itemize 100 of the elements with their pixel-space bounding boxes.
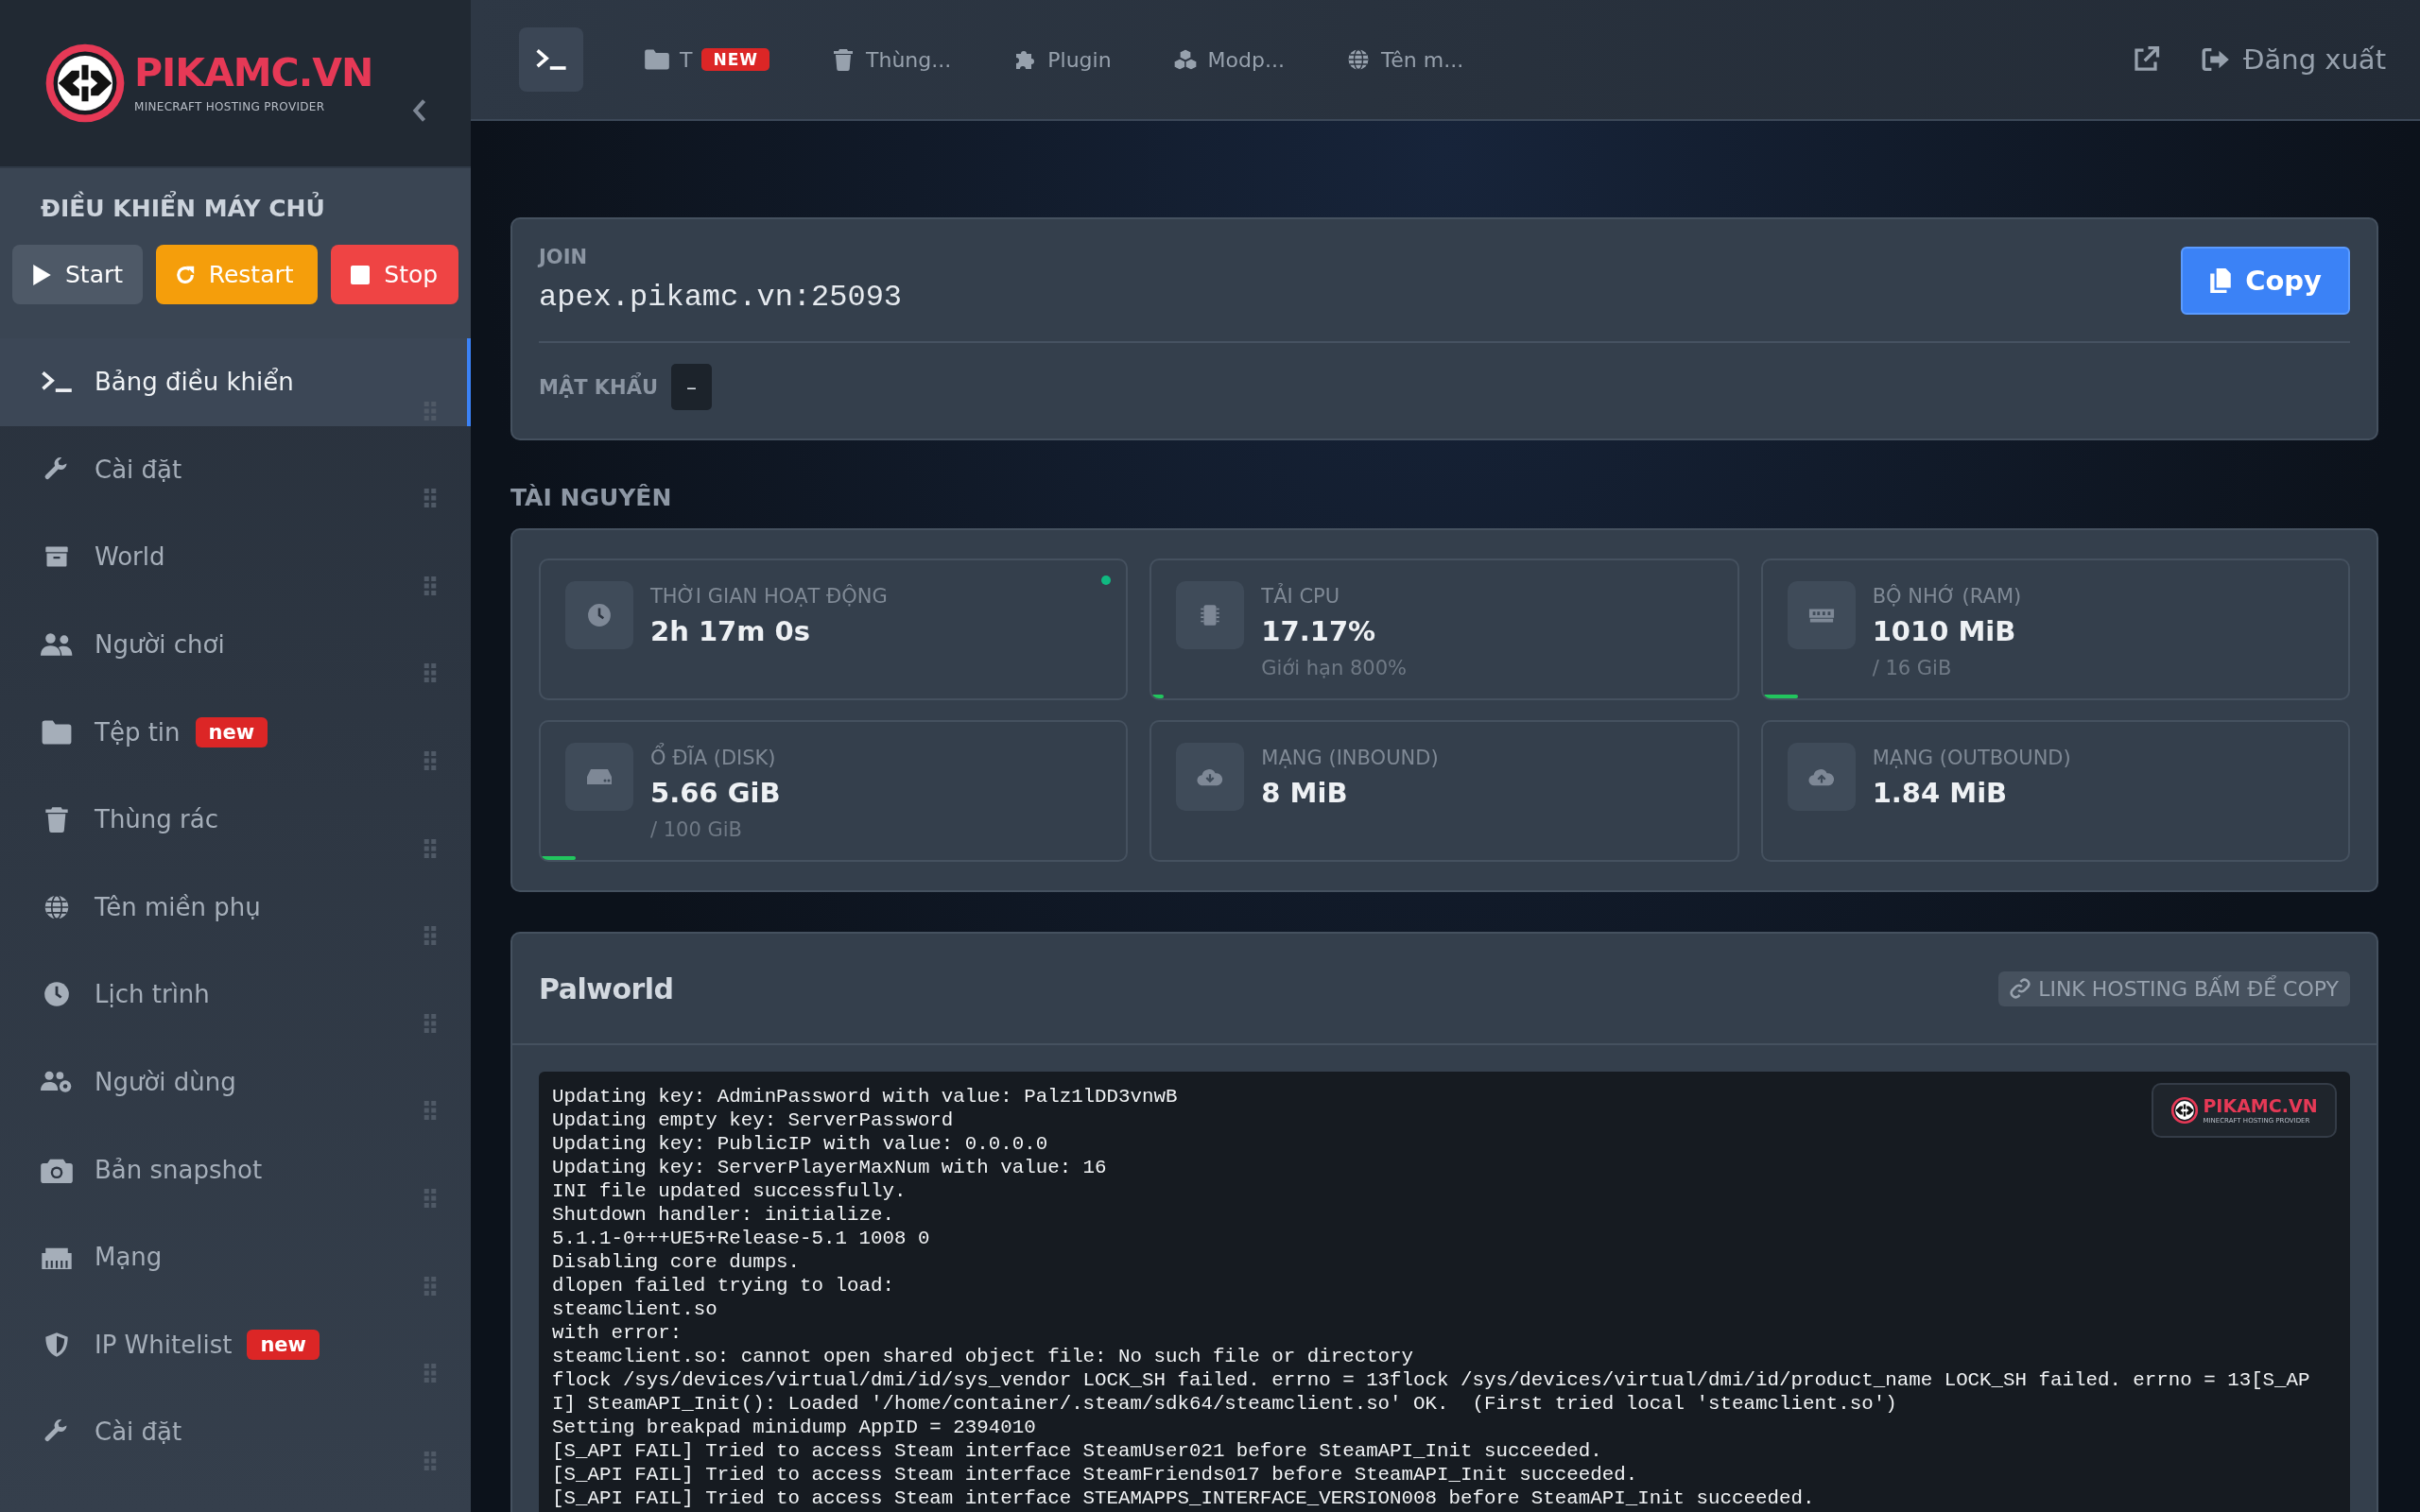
stat-value: 5.66 GiB	[650, 777, 781, 809]
nav-label: IP Whitelist	[95, 1330, 233, 1359]
drag-handle-icon	[424, 1101, 437, 1121]
drag-handle-icon	[424, 926, 437, 946]
console-line: 5.1.1-0+++UE5+Release-5.1 1008 0	[552, 1227, 930, 1250]
stat-label: TẢI CPU	[1261, 585, 1341, 608]
drag-handle-icon	[424, 663, 437, 683]
stat-value: 8 MiB	[1261, 777, 1349, 809]
chevron-left-icon	[412, 98, 427, 123]
stat-value: 2h 17m 0s	[650, 615, 812, 647]
nav-item[interactable]: Bảng điều khiển	[0, 338, 471, 426]
toolbar-tab[interactable]: Modp...	[1171, 27, 1285, 92]
brand-tagline: MINECRAFT HOSTING PROVIDER	[134, 99, 326, 113]
cubes-icon	[1171, 48, 1199, 71]
new-badge: new	[247, 1329, 320, 1360]
console-tab[interactable]	[519, 27, 583, 92]
nav-item[interactable]: Cài đặt	[0, 1388, 471, 1476]
nav-item[interactable]: Tên miền phụ	[0, 863, 471, 952]
clock-icon	[586, 603, 613, 627]
toolbar-tab[interactable]: Tên m...	[1344, 27, 1464, 92]
nav-label: World	[95, 542, 165, 572]
console-line: Updating key: PublicIP with value: 0.0.0.0	[552, 1132, 1048, 1156]
stop-icon	[350, 263, 372, 286]
drag-handle-icon	[424, 1451, 437, 1470]
folder-icon	[41, 718, 73, 746]
logo-mark-icon	[2170, 1096, 2200, 1125]
stat-label: THỜI GIAN HOẠT ĐỘNG	[650, 585, 888, 608]
nav-label: Cài đặt	[95, 1418, 182, 1447]
nav-label: Cài đặt	[95, 455, 182, 484]
brand-name: PIKAMC.VN	[2203, 1096, 2318, 1115]
stat-label: MẠNG (INBOUND)	[1261, 747, 1439, 769]
terminal-icon	[535, 48, 567, 71]
collapse-button[interactable]	[412, 98, 427, 123]
stat-value: 1.84 MiB	[1872, 777, 2009, 809]
console-line: [S_API FAIL] Tried to access Steam interface SteamFriends017 before SteamAPI_Init succeeded.	[552, 1463, 1638, 1486]
new-badge: new	[195, 716, 268, 747]
stat-value: 17.17%	[1261, 615, 1377, 647]
external-link-icon	[2132, 45, 2161, 74]
console-line: Updating key: AdminPassword with value: Palz1lDD3vnwB	[552, 1085, 1178, 1108]
toolbar-tab[interactable]: T NEW	[644, 27, 770, 92]
console-line: Disabling core dumps.	[552, 1250, 801, 1274]
stat-limit: Giới hạn 800%	[1261, 657, 1407, 679]
server-name: Palworld	[539, 971, 674, 1005]
logout-icon	[2202, 47, 2231, 72]
nav-item[interactable]: IP Whitelist new	[0, 1300, 471, 1389]
nav-item[interactable]: Người chơi	[0, 600, 471, 689]
nav-item[interactable]: Bản snapshot	[0, 1125, 471, 1213]
console-line: Updating key: ServerPlayerMaxNum with value: 16	[552, 1156, 1107, 1179]
users-icon	[41, 631, 73, 659]
drag-handle-icon	[424, 838, 437, 858]
brand-name: PIKAMC.VN	[134, 53, 373, 93]
console-line: steamclient.so: cannot open shared object file: No such file or directory	[552, 1345, 1414, 1368]
nav-item[interactable]: Người dùng	[0, 1038, 471, 1126]
nav-label: Mạng	[95, 1243, 163, 1272]
start-button[interactable]: Start	[12, 245, 143, 304]
drag-handle-icon	[424, 489, 437, 508]
console-line: [S_API FAIL] Tried to access Steam interface STEAMAPPS_INTERFACE_VERSION008 before SteamAPI_Init succeeded.	[552, 1486, 1815, 1510]
stat-limit: / 100 GiB	[650, 818, 744, 841]
stat-label: MẠNG (OUTBOUND)	[1872, 747, 2071, 769]
drag-handle-icon	[424, 1364, 437, 1383]
toolbar-tab[interactable]: Plugin	[1011, 27, 1112, 92]
console-line: steamclient.so	[552, 1297, 717, 1321]
nav-label: Bản snapshot	[95, 1155, 263, 1184]
nav-label: Người chơi	[95, 630, 225, 660]
logout-button[interactable]: Đăng xuất	[2202, 43, 2386, 76]
drag-handle-icon	[424, 1276, 437, 1296]
console-line: INI file updated successfully.	[552, 1179, 907, 1203]
join-label: JOIN	[539, 246, 589, 268]
console-line: Setting breakpad minidump AppID = 2394010	[552, 1416, 1036, 1439]
link-icon	[2010, 978, 2031, 999]
console-line: I] SteamAPI_Init(): Loaded '/home/container/.steam/sdk64/steamclient.so' OK. (First tried local 'steamclient.so')	[552, 1392, 1897, 1416]
console-line: with error:	[552, 1321, 683, 1345]
drag-handle-icon	[424, 1013, 437, 1033]
drag-handle-icon	[424, 1188, 437, 1208]
console-line: [S_API FAIL] Tried to access Steam interface SteamUser021 before SteamAPI_Init succeeded.	[552, 1439, 1602, 1463]
toolbar-tab[interactable]: Thùng...	[830, 27, 952, 92]
nav-item[interactable]: Tệp tin new	[0, 688, 471, 776]
copy-button[interactable]: Copy	[2181, 246, 2350, 315]
logo-mark-icon	[43, 42, 127, 125]
nav-item[interactable]: Cài đặt	[0, 425, 471, 514]
drag-handle-icon	[424, 576, 437, 595]
open-external-button[interactable]	[2132, 45, 2161, 74]
new-badge: NEW	[701, 48, 770, 71]
server-address: apex.pikamc.vn:25093	[539, 280, 903, 315]
drag-handle-icon	[424, 750, 437, 770]
password-value: –	[670, 364, 712, 410]
nav-item[interactable]: Mạng	[0, 1212, 471, 1301]
section-title: TÀI NGUYÊN	[510, 484, 673, 511]
console-line: Updating empty key: ServerPassword	[552, 1108, 954, 1132]
play-icon	[31, 263, 52, 286]
link-hosting-button[interactable]: LINK HOSTING BẤM ĐỂ COPY	[1998, 971, 2350, 1006]
nav-item[interactable]: World	[0, 513, 471, 601]
folder-icon	[644, 48, 670, 71]
console-line: dlopen failed trying to load:	[552, 1274, 894, 1297]
nav-label: Bảng điều khiển	[95, 368, 294, 397]
nav-item[interactable]: Thùng rác	[0, 775, 471, 864]
console-line: flock /sys/devices/virtual/dmi/id/sys_vendor LOCK_SH failed. errno = 13flock /sys/devices/virtual/dmi/id/product_name LOCK_SH failed. errno = 13[S_AP	[552, 1368, 2310, 1392]
nav-item[interactable]: Lịch trình	[0, 951, 471, 1039]
stop-button[interactable]: Stop	[331, 245, 458, 304]
console-line: Shutdown handler: initialize.	[552, 1203, 894, 1227]
